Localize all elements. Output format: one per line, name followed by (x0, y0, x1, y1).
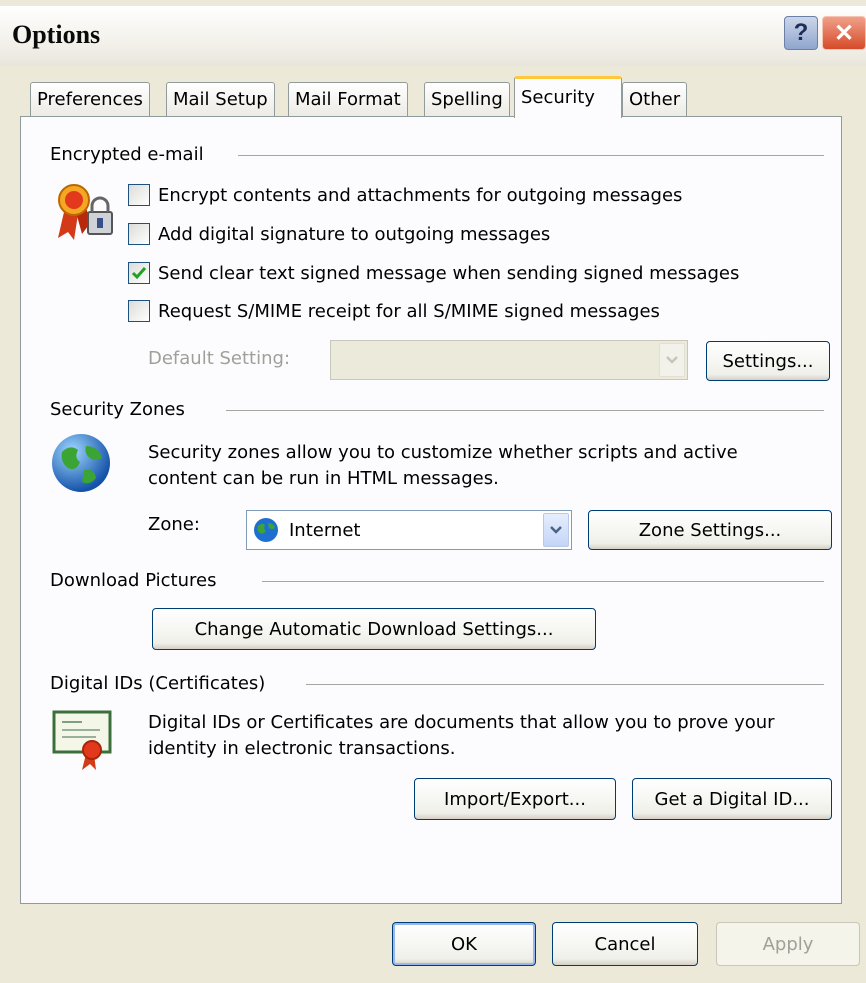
checkbox-label: Encrypt contents and attachments for out… (158, 184, 683, 206)
tab-preferences[interactable]: Preferences (30, 82, 150, 116)
dropdown-button[interactable] (543, 513, 569, 547)
group-divider (306, 684, 824, 685)
encrypted-email-title: Encrypted e-mail (50, 144, 204, 165)
import-export-button[interactable]: Import/Export... (414, 778, 616, 820)
digital-ids-title: Digital IDs (Certificates) (50, 673, 266, 694)
title-bar[interactable]: Options ? ✕ (0, 6, 866, 66)
security-zones-title: Security Zones (50, 399, 185, 420)
checkbox[interactable] (128, 300, 150, 322)
checkbox-label: Send clear text signed message when send… (158, 262, 740, 284)
cancel-button[interactable]: Cancel (552, 922, 698, 966)
group-divider (226, 410, 824, 411)
checkbox-checked[interactable] (128, 262, 150, 284)
apply-button[interactable]: Apply (716, 922, 860, 966)
chevron-down-icon (550, 526, 562, 534)
download-pictures-title: Download Pictures (50, 570, 217, 591)
zone-select[interactable]: Internet (246, 510, 572, 550)
option-request-smime-receipt[interactable]: Request S/MIME receipt for all S/MIME si… (128, 300, 660, 322)
tab-mail-format[interactable]: Mail Format (288, 82, 408, 116)
checkmark-icon (131, 267, 147, 280)
options-dialog: Options ? ✕ Preferences Mail Setup Mail … (0, 0, 866, 983)
close-icon: ✕ (833, 19, 855, 47)
checkbox-label: Add digital signature to outgoing messag… (158, 223, 551, 245)
option-add-signature[interactable]: Add digital signature to outgoing messag… (128, 223, 550, 245)
get-digital-id-button[interactable]: Get a Digital ID... (632, 778, 832, 820)
globe-icon (52, 434, 110, 492)
default-setting-select[interactable] (330, 340, 688, 380)
digital-ids-description: Digital IDs or Certificates are document… (148, 712, 775, 759)
change-download-settings-button[interactable]: Change Automatic Download Settings... (152, 608, 596, 650)
checkbox[interactable] (128, 223, 150, 245)
certificate-icon (52, 710, 112, 770)
group-divider (238, 155, 824, 156)
tab-security[interactable]: Security (514, 76, 622, 118)
zone-settings-button[interactable]: Zone Settings... (588, 510, 832, 550)
security-zones-description: Security zones allow you to customize wh… (148, 442, 738, 489)
dropdown-button[interactable] (659, 343, 685, 377)
help-button[interactable]: ? (784, 16, 818, 50)
checkbox[interactable] (128, 184, 150, 206)
certificate-lock-icon (58, 184, 113, 240)
settings-button[interactable]: Settings... (706, 341, 830, 381)
window-title: Options (12, 20, 101, 49)
zone-value: Internet (289, 519, 361, 541)
chevron-down-icon (666, 356, 678, 364)
internet-globe-icon (254, 518, 278, 542)
tab-spelling[interactable]: Spelling (424, 82, 510, 116)
tab-other[interactable]: Other (622, 82, 688, 116)
zone-label: Zone: (148, 514, 200, 535)
checkbox-label: Request S/MIME receipt for all S/MIME si… (158, 300, 660, 322)
tab-mail-setup[interactable]: Mail Setup (166, 82, 275, 116)
option-clear-text-signed[interactable]: Send clear text signed message when send… (128, 262, 739, 284)
default-setting-label: Default Setting: (148, 348, 291, 369)
group-divider (262, 581, 824, 582)
close-button[interactable]: ✕ (822, 16, 866, 50)
option-encrypt-contents[interactable]: Encrypt contents and attachments for out… (128, 184, 682, 206)
ok-button[interactable]: OK (392, 922, 536, 966)
